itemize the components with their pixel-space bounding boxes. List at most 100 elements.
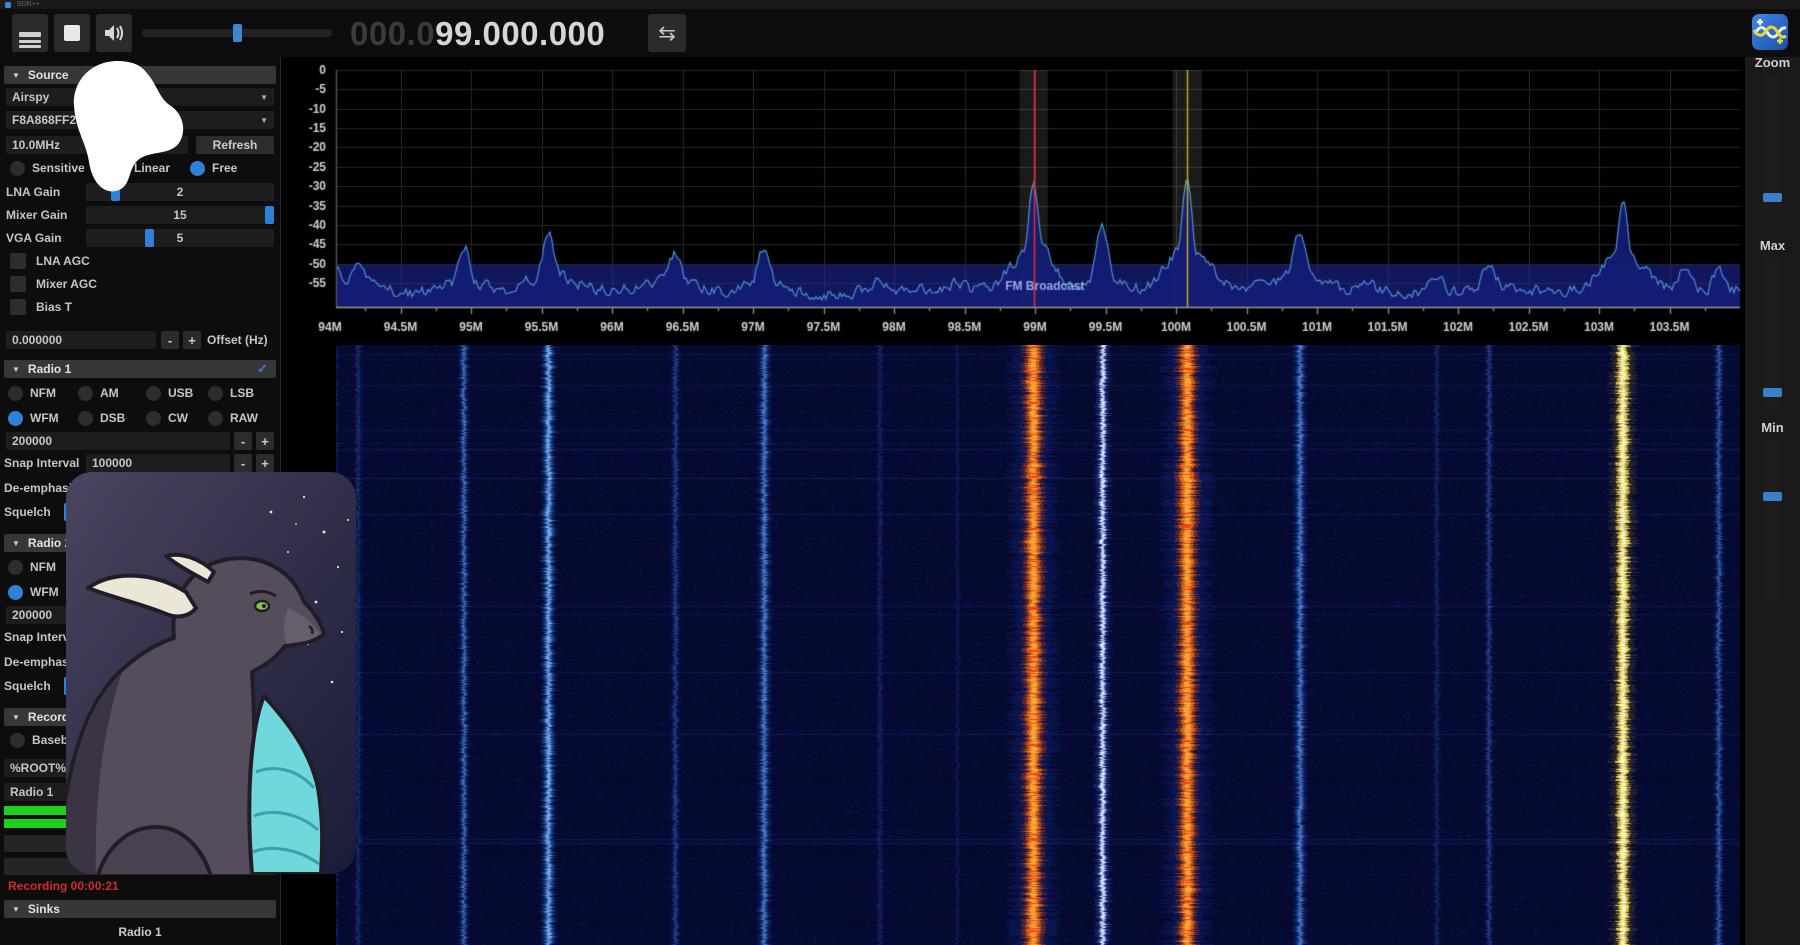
- gain-mode-linear[interactable]: Linear: [112, 159, 170, 177]
- volume-slider-handle[interactable]: [233, 24, 242, 42]
- frequency-display[interactable]: 000.099.000.000: [350, 13, 605, 55]
- radio1-mode-nfm[interactable]: NFM: [8, 384, 56, 402]
- offset-plus-button[interactable]: +: [183, 331, 201, 349]
- slider-handle[interactable]: [145, 229, 154, 247]
- volume-slider[interactable]: [142, 29, 332, 37]
- radio-circle[interactable]: [208, 411, 223, 426]
- radio-circle[interactable]: [78, 386, 93, 401]
- radio2-squelch-label: Squelch: [4, 677, 51, 695]
- radio1-snap-input[interactable]: 100000: [86, 454, 230, 472]
- max-slider-handle[interactable]: [1763, 388, 1782, 397]
- radio1-snap-plus-button[interactable]: +: [256, 454, 274, 472]
- radio2-mode-wfm[interactable]: WFM: [8, 583, 59, 601]
- gain-mode-sensitive[interactable]: Sensitive: [10, 159, 85, 177]
- swap-vfo-button[interactable]: ⇆: [648, 14, 686, 52]
- offset-input[interactable]: 0.000000: [6, 331, 156, 349]
- sinks-panel-header[interactable]: ▼ Sinks: [4, 900, 276, 918]
- gain-slider-0[interactable]: 2: [86, 183, 274, 201]
- offset-value: 0.000000: [12, 333, 62, 347]
- radio-circle[interactable]: [146, 386, 161, 401]
- radio2-panel-title: Radio 2: [28, 536, 71, 550]
- checkbox-label: LNA AGC: [36, 252, 90, 270]
- mode-label: DSB: [100, 411, 125, 425]
- offset-minus-button[interactable]: -: [161, 331, 179, 349]
- stop-button[interactable]: [54, 14, 90, 52]
- radio1-mode-am[interactable]: AM: [78, 384, 119, 402]
- chevron-down-icon: ▼: [260, 93, 268, 102]
- enabled-check-icon[interactable]: ✓: [257, 361, 268, 377]
- radio-circle[interactable]: [146, 411, 161, 426]
- radio1-bw-minus-button[interactable]: -: [234, 432, 252, 450]
- gain-mode-free[interactable]: Free: [190, 159, 237, 177]
- radio1-bandwidth-input[interactable]: 200000: [6, 432, 230, 450]
- radio1-panel-title: Radio 1: [28, 362, 71, 376]
- gain-mode-label: Linear: [134, 161, 170, 175]
- fft-spectrum-plot[interactable]: [280, 57, 1745, 345]
- radio-circle[interactable]: [10, 733, 25, 748]
- max-slider[interactable]: [1764, 258, 1781, 408]
- min-label: Min: [1745, 420, 1800, 435]
- sinks-stream-label: Radio 1: [0, 925, 280, 939]
- source-device-dropdown[interactable]: Airspy ▼: [6, 88, 274, 106]
- sdrpp-window: SDR++ 000.099.000.000 ⇆: [0, 0, 1800, 945]
- radio1-mode-lsb[interactable]: LSB: [208, 384, 254, 402]
- offset-label: Offset (Hz): [207, 331, 268, 349]
- checkbox-mixer-agc[interactable]: [10, 276, 26, 292]
- checkbox-bias-t[interactable]: [10, 299, 26, 315]
- min-slider-handle[interactable]: [1763, 492, 1782, 501]
- radio1-mode-usb[interactable]: USB: [146, 384, 193, 402]
- mode-label: CW: [168, 411, 188, 425]
- avatar-image-overlay: [66, 472, 356, 874]
- radio-circle[interactable]: [208, 386, 223, 401]
- radio-circle[interactable]: [8, 386, 23, 401]
- radio-circle[interactable]: [78, 411, 93, 426]
- radio1-mode-raw[interactable]: RAW: [208, 409, 258, 427]
- radio-circle[interactable]: [8, 585, 23, 600]
- zoom-slider-handle[interactable]: [1763, 193, 1782, 202]
- sample-rate-dropdown[interactable]: 10.0MHz: [6, 136, 188, 154]
- volume-mute-button[interactable]: [96, 14, 132, 52]
- collapse-arrow-icon: ▼: [12, 713, 20, 722]
- collapse-arrow-icon: ▼: [12, 365, 20, 374]
- radio1-snap-label: Snap Interval: [4, 454, 79, 472]
- sinks-panel-title: Sinks: [28, 902, 60, 916]
- radio1-bw-plus-button[interactable]: +: [256, 432, 274, 450]
- recorder-path-value: %ROOT%/r: [10, 761, 74, 775]
- gain-slider-1[interactable]: 15: [86, 206, 274, 224]
- recorder-stream-value: Radio 1: [10, 785, 53, 799]
- swap-arrows-icon: ⇆: [658, 23, 676, 44]
- radio-circle[interactable]: [10, 161, 25, 176]
- slider-handle[interactable]: [265, 206, 274, 224]
- menu-button[interactable]: [12, 14, 48, 52]
- radio-circle[interactable]: [8, 560, 23, 575]
- source-device-value: Airspy: [12, 90, 49, 104]
- source-panel-header[interactable]: ▼ Source: [4, 66, 276, 84]
- display-controls-panel: Zoom Max Min: [1745, 57, 1800, 945]
- slider-handle[interactable]: [111, 183, 120, 201]
- gain-slider-2[interactable]: 5: [86, 229, 274, 247]
- sdrpp-logo-icon: [1752, 14, 1788, 50]
- refresh-button[interactable]: Refresh: [196, 136, 274, 154]
- gain-value: 5: [86, 229, 274, 247]
- mode-label: NFM: [30, 560, 56, 574]
- gain-value: 15: [86, 206, 274, 224]
- radio1-panel-header[interactable]: ▼ Radio 1 ✓: [4, 360, 276, 378]
- radio2-mode-nfm[interactable]: NFM: [8, 558, 56, 576]
- waterfall-display[interactable]: [336, 345, 1740, 945]
- radio-circle[interactable]: [112, 161, 127, 176]
- radio1-mode-dsb[interactable]: DSB: [78, 409, 125, 427]
- radio1-mode-cw[interactable]: CW: [146, 409, 188, 427]
- radio-circle[interactable]: [190, 161, 205, 176]
- chevron-down-icon: ▼: [260, 116, 268, 125]
- radio1-mode-wfm[interactable]: WFM: [8, 409, 59, 427]
- checkbox-lna-agc[interactable]: [10, 253, 26, 269]
- checkbox-label: Mixer AGC: [36, 275, 97, 293]
- radio1-snap-minus-button[interactable]: -: [234, 454, 252, 472]
- radio-circle[interactable]: [8, 411, 23, 426]
- source-serial-dropdown[interactable]: F8A868FF29 ▼: [6, 111, 274, 129]
- min-slider[interactable]: [1764, 440, 1781, 602]
- mode-label: NFM: [30, 386, 56, 400]
- zoom-slider[interactable]: [1764, 76, 1781, 208]
- gain-label-0: LNA Gain: [6, 183, 60, 201]
- zoom-label: Zoom: [1745, 55, 1800, 70]
